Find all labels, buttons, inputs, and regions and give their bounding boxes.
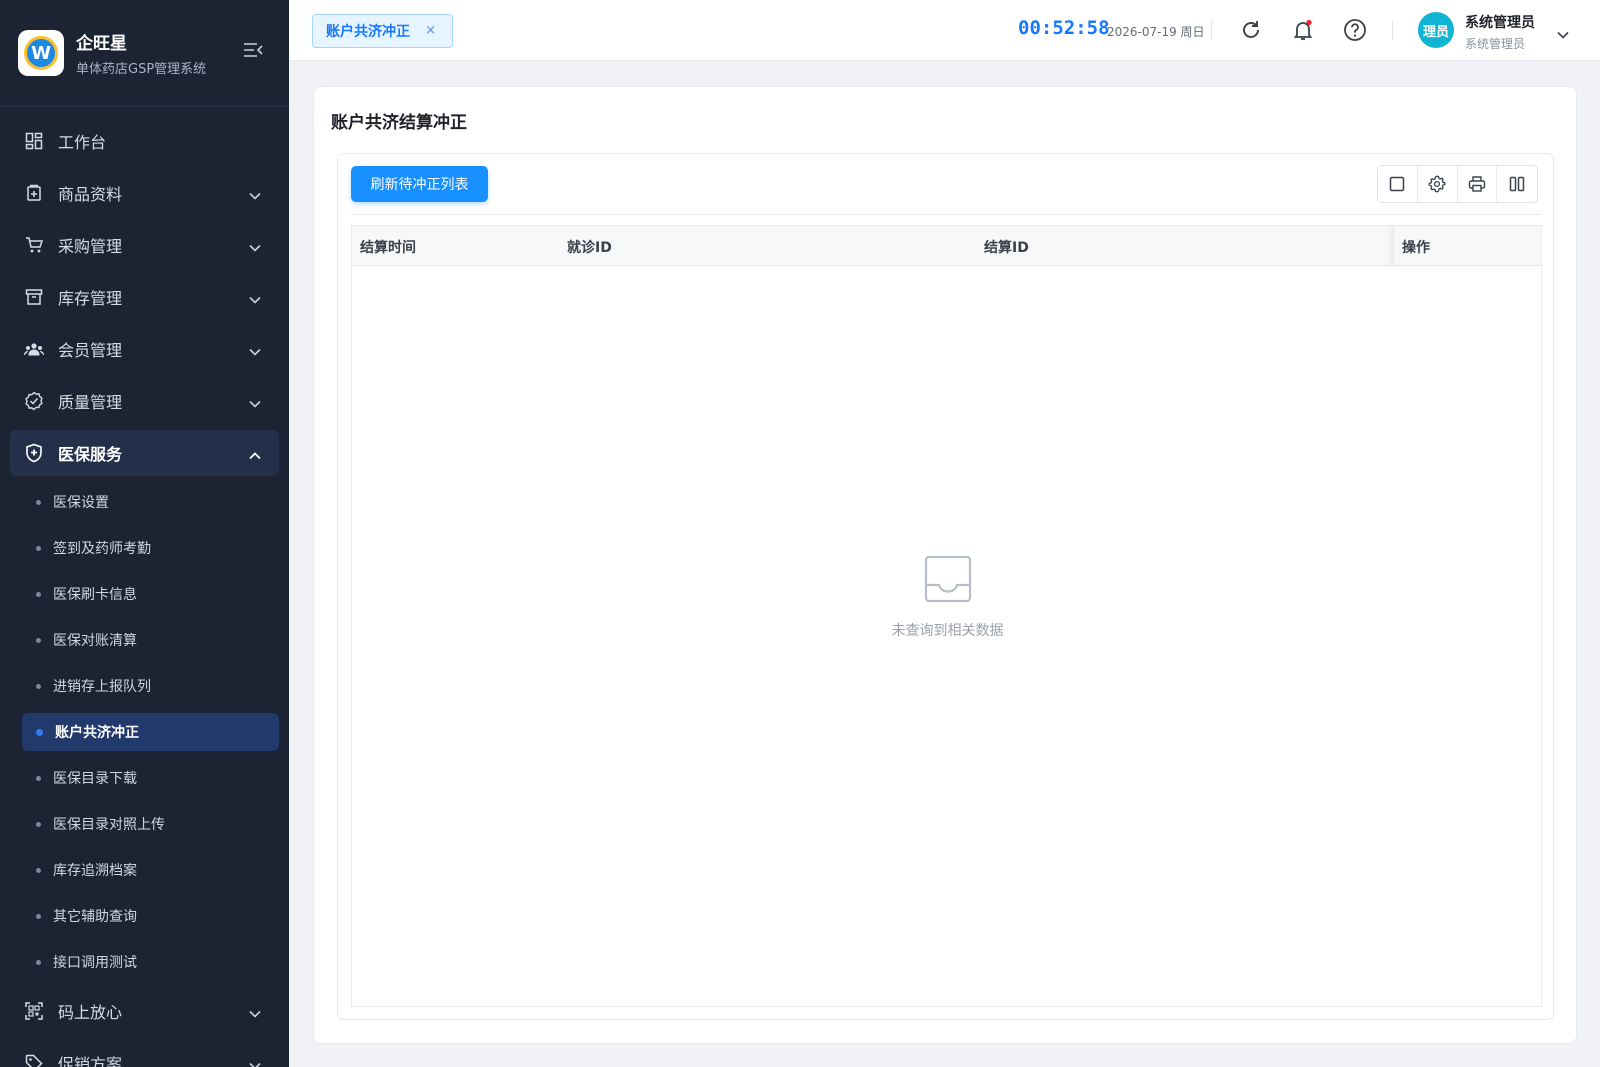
chevron-down-icon[interactable] bbox=[1557, 24, 1569, 43]
header-divider bbox=[1211, 20, 1212, 40]
sidebar-subitem-catalog-upload[interactable]: 医保目录对照上传 bbox=[0, 801, 289, 847]
table-panel: 刷新待冲正列表 结算时间 就诊ID 结算ID 操作 未查询到相关数据 bbox=[337, 153, 1554, 1020]
empty-state: 未查询到相关数据 bbox=[352, 554, 1543, 640]
app-title: 企旺星 bbox=[76, 34, 127, 54]
dashboard-icon bbox=[24, 131, 44, 151]
sidebar-subitem-checkin-attendance[interactable]: 签到及药师考勤 bbox=[0, 525, 289, 571]
refresh-icon[interactable] bbox=[1237, 16, 1265, 44]
chevron-down-icon bbox=[249, 1055, 261, 1067]
sidebar-item-label: 库存管理 bbox=[58, 289, 123, 308]
tab-account-reversal[interactable]: 账户共济冲正 × bbox=[312, 14, 453, 48]
fullscreen-icon[interactable] bbox=[1378, 166, 1418, 202]
sidebar-item-medical-insurance[interactable]: 医保服务 bbox=[10, 430, 279, 476]
column-header-settle-id[interactable]: 结算ID bbox=[984, 237, 1029, 257]
app-logo: W bbox=[18, 30, 64, 76]
sidebar-item-workbench[interactable]: 工作台 bbox=[0, 115, 289, 167]
table-toolbar bbox=[1377, 165, 1538, 203]
sidebar-item-purchase[interactable]: 采购管理 bbox=[0, 219, 289, 271]
empty-inbox-icon bbox=[923, 554, 973, 604]
quality-icon bbox=[24, 391, 44, 411]
sidebar-item-products[interactable]: 商品资料 bbox=[0, 167, 289, 219]
sidebar-item-label: 促销方案 bbox=[58, 1055, 123, 1067]
brand-header: W 企旺星 单体药店GSP管理系统 bbox=[0, 0, 289, 107]
sidebar-item-promotions[interactable]: 促销方案 bbox=[0, 1037, 289, 1067]
cart-icon bbox=[24, 235, 44, 255]
sidebar: W 企旺星 单体药店GSP管理系统 工作台 商品资料 采购管理 库存管理 会员管… bbox=[0, 0, 289, 1067]
sidebar-item-label: 质量管理 bbox=[58, 393, 123, 412]
gear-icon[interactable] bbox=[1418, 166, 1458, 202]
inventory-icon bbox=[24, 287, 44, 307]
product-icon bbox=[24, 183, 44, 203]
print-icon[interactable] bbox=[1458, 166, 1498, 202]
sidebar-subitem-catalog-download[interactable]: 医保目录下载 bbox=[0, 755, 289, 801]
collapse-sidebar-icon[interactable] bbox=[243, 42, 263, 62]
sidebar-subitem-other-queries[interactable]: 其它辅助查询 bbox=[0, 893, 289, 939]
chevron-down-icon bbox=[249, 1003, 261, 1022]
refresh-list-button[interactable]: 刷新待冲正列表 bbox=[351, 166, 488, 202]
sidebar-subitem-trace-archive[interactable]: 库存追溯档案 bbox=[0, 847, 289, 893]
user-name[interactable]: 系统管理员 bbox=[1465, 12, 1535, 32]
sidebar-subitem-reconciliation[interactable]: 医保对账清算 bbox=[0, 617, 289, 663]
chevron-down-icon bbox=[249, 185, 261, 204]
clock-date: 2026-07-19 周日 bbox=[1107, 25, 1205, 39]
qr-code-icon bbox=[24, 1001, 44, 1021]
sidebar-item-inventory[interactable]: 库存管理 bbox=[0, 271, 289, 323]
column-header-actions-cell: 操作 bbox=[1393, 226, 1543, 266]
chevron-up-icon bbox=[249, 445, 261, 464]
chevron-down-icon bbox=[249, 237, 261, 256]
column-header-visit-id[interactable]: 就诊ID bbox=[567, 237, 612, 257]
sidebar-item-label: 会员管理 bbox=[58, 341, 123, 360]
page-title: 账户共济结算冲正 bbox=[331, 113, 467, 133]
column-header-settle-time[interactable]: 结算时间 bbox=[360, 237, 416, 257]
table-header: 结算时间 就诊ID 结算ID 操作 bbox=[352, 226, 1541, 266]
sidebar-item-qr-trace[interactable]: 码上放心 bbox=[0, 985, 289, 1037]
sidebar-item-label: 码上放心 bbox=[58, 1003, 123, 1022]
help-icon[interactable] bbox=[1341, 16, 1369, 44]
sidebar-subitem-card-swipe-info[interactable]: 医保刷卡信息 bbox=[0, 571, 289, 617]
sidebar-subitem-account-reversal[interactable]: 账户共济冲正 bbox=[22, 713, 279, 751]
user-role: 系统管理员 bbox=[1465, 37, 1526, 51]
app-subtitle: 单体药店GSP管理系统 bbox=[76, 62, 207, 77]
reversal-table: 结算时间 就诊ID 结算ID 操作 未查询到相关数据 bbox=[351, 225, 1542, 1007]
empty-text: 未查询到相关数据 bbox=[891, 623, 1004, 639]
chevron-down-icon bbox=[249, 289, 261, 308]
chevron-down-icon bbox=[249, 341, 261, 360]
notification-bell-icon[interactable] bbox=[1289, 16, 1317, 44]
sidebar-item-members[interactable]: 会员管理 bbox=[0, 323, 289, 375]
sidebar-subitem-report-queue[interactable]: 进销存上报队列 bbox=[0, 663, 289, 709]
columns-icon[interactable] bbox=[1497, 166, 1537, 202]
column-header-actions: 操作 bbox=[1402, 240, 1430, 256]
header-divider bbox=[1392, 20, 1393, 40]
clock-time: 00:52:58 bbox=[1018, 17, 1110, 39]
sidebar-subitem-api-test[interactable]: 接口调用测试 bbox=[0, 939, 289, 985]
sidebar-item-label: 采购管理 bbox=[58, 237, 123, 256]
main-card: 账户共济结算冲正 刷新待冲正列表 结算时间 就诊ID 结算ID 操作 未查询到相… bbox=[313, 86, 1577, 1044]
tag-icon bbox=[24, 1053, 44, 1067]
avatar[interactable]: 理员 bbox=[1418, 12, 1454, 48]
toolbar-divider bbox=[351, 214, 1541, 215]
sidebar-item-label: 商品资料 bbox=[58, 185, 123, 204]
shield-icon bbox=[24, 443, 44, 463]
logo-mark: W bbox=[24, 36, 58, 70]
sidebar-item-label: 工作台 bbox=[58, 133, 107, 152]
top-header: 账户共济冲正 × 00:52:58 2026-07-19 周日 理员 系统管理员… bbox=[289, 0, 1600, 61]
tab-label: 账户共济冲正 bbox=[326, 24, 410, 40]
chevron-down-icon bbox=[249, 393, 261, 412]
sidebar-subitem-insurance-settings[interactable]: 医保设置 bbox=[0, 479, 289, 525]
close-icon[interactable]: × bbox=[425, 23, 436, 38]
sidebar-menu: 工作台 商品资料 采购管理 库存管理 会员管理 质量管理 医保服务 医保设置 签… bbox=[0, 107, 289, 1067]
sidebar-item-label: 医保服务 bbox=[58, 445, 123, 464]
members-icon bbox=[24, 339, 44, 359]
sidebar-item-quality[interactable]: 质量管理 bbox=[0, 375, 289, 427]
